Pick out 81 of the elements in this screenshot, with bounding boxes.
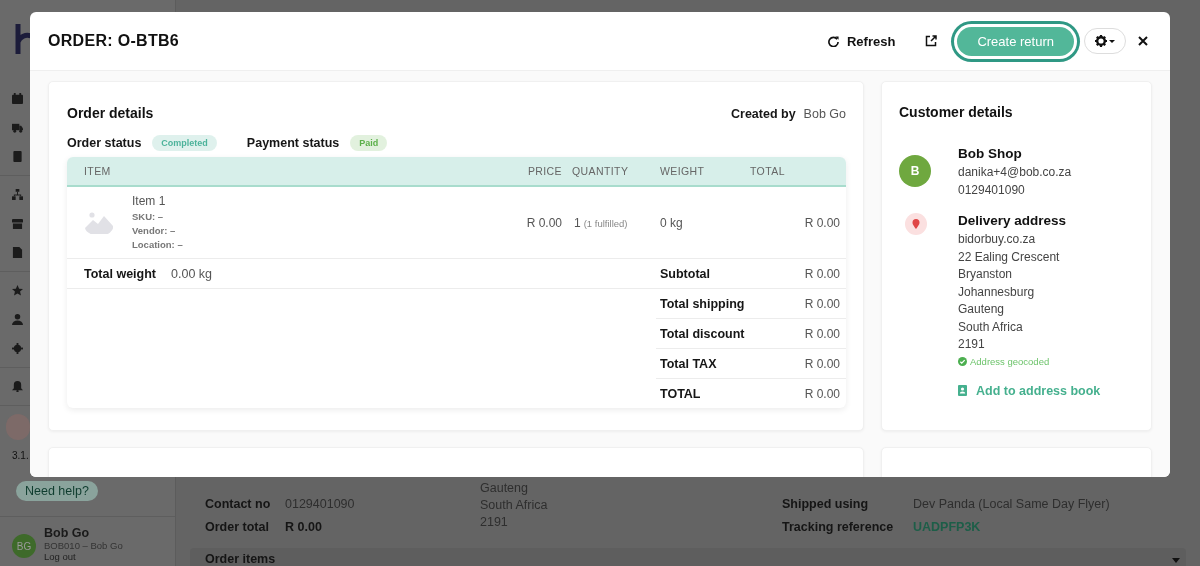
version-text: 3.1.: [11, 449, 30, 461]
status-label: Order status: [67, 136, 142, 150]
customer-name: Bob Shop: [958, 146, 1023, 161]
item-meta: Vendor: –: [132, 223, 177, 238]
detail-label: Tracking reference: [782, 519, 895, 536]
summary-value: R 0.00: [804, 386, 840, 401]
delivery-title: Delivery address: [958, 213, 1068, 228]
settings-icon: [1095, 35, 1115, 47]
refresh-icon: [828, 35, 839, 47]
summary-value: R 0.00: [804, 356, 840, 371]
column-header: PRICE: [526, 165, 562, 177]
summary-label: TOTAL: [660, 386, 701, 401]
summary-value: R 0.00: [804, 266, 840, 281]
total-weight-value: 0.00 kg: [171, 266, 212, 281]
status-badge: Completed: [152, 135, 217, 151]
total-weight-label: Total weight: [84, 266, 156, 281]
user-icon[interactable]: [12, 314, 23, 325]
modal-title: ORDER: O-BTB6: [48, 32, 179, 50]
address-line: Gauteng: [958, 301, 1006, 318]
detail-label: Contact no: [205, 496, 272, 513]
refresh-button[interactable]: Refresh: [822, 29, 902, 53]
address-line: Johannesburg: [958, 283, 1036, 301]
user-name: Bob Go: [44, 526, 91, 540]
external-link-icon: [925, 35, 938, 47]
help-button[interactable]: Need help?: [16, 481, 98, 501]
document-icon[interactable]: [12, 247, 23, 258]
settings-dropdown-button[interactable]: [1084, 28, 1126, 54]
check-circle-icon: [958, 356, 967, 366]
fulfilled-note: (1 fulfilled): [583, 217, 628, 229]
summary-label: Total shipping: [660, 296, 745, 311]
image-placeholder-icon: [85, 211, 113, 234]
item-meta: SKU: –: [132, 209, 165, 224]
detail-label: Order total: [205, 519, 270, 536]
total-cell-text: R 0.00: [803, 215, 840, 230]
summary-label: Total TAX: [660, 356, 717, 371]
card-title: Order details: [67, 105, 154, 121]
status-badge: Paid: [350, 135, 388, 151]
caret-icon: [1172, 558, 1180, 563]
address-line: bidorbuy.co.za: [958, 231, 1037, 248]
created-by-value: Bob Go: [803, 107, 846, 121]
weight-cell-text: 0 kg: [659, 215, 684, 230]
customer-email: danika+4@bob.co.za: [958, 164, 1072, 181]
summary-value: R 0.00: [804, 296, 840, 311]
location-pin-icon: [905, 213, 927, 235]
geocoded-status: Address geocoded: [970, 355, 1050, 367]
price-cell-text: R 0.00: [525, 215, 562, 230]
add-to-address-book-link[interactable]: Add to address book: [958, 383, 1101, 398]
section-title: Order items: [205, 552, 276, 566]
status-label: Payment status: [246, 136, 340, 150]
address-line: 2191: [958, 336, 986, 353]
detail-value: UADPFP3K: [913, 519, 981, 536]
truck-icon[interactable]: [12, 122, 23, 133]
card-title: Customer details: [899, 104, 1014, 120]
order-items-bar[interactable]: Order items: [190, 548, 1186, 566]
detail-label: Shipped using: [782, 496, 870, 513]
quantity-cell: 1: [574, 215, 581, 230]
summary-label: Subtotal: [660, 266, 710, 281]
address-book-icon: [958, 385, 967, 396]
star-icon[interactable]: [12, 285, 23, 296]
close-icon: [1138, 36, 1148, 46]
column-header: WEIGHT: [659, 165, 706, 177]
column-header: QUANTITY: [571, 165, 630, 177]
column-header: TOTAL: [750, 165, 786, 177]
summary-label: Total discount: [660, 326, 745, 341]
summary-value: R 0.00: [804, 326, 840, 341]
customer-avatar: B: [899, 155, 931, 187]
user-avatar: BG: [12, 534, 36, 558]
address-line: Bryanston: [958, 266, 1014, 283]
item-name: Item 1: [132, 193, 167, 208]
detail-value: R 0.00: [285, 519, 322, 536]
address-line: South Africa: [958, 318, 1024, 336]
customer-phone: 0129401090: [958, 181, 1026, 199]
sitemap-icon[interactable]: [12, 189, 23, 200]
calendar-icon[interactable]: [12, 93, 23, 104]
column-header: ITEM: [84, 165, 112, 177]
created-by-label: Created by: [731, 107, 796, 121]
address-line: 22 Ealing Crescent: [958, 248, 1061, 266]
store-icon[interactable]: [12, 218, 23, 229]
bell-icon[interactable]: [12, 381, 23, 392]
item-meta: Location: –: [132, 237, 183, 252]
logout-link[interactable]: Log out: [44, 551, 123, 562]
